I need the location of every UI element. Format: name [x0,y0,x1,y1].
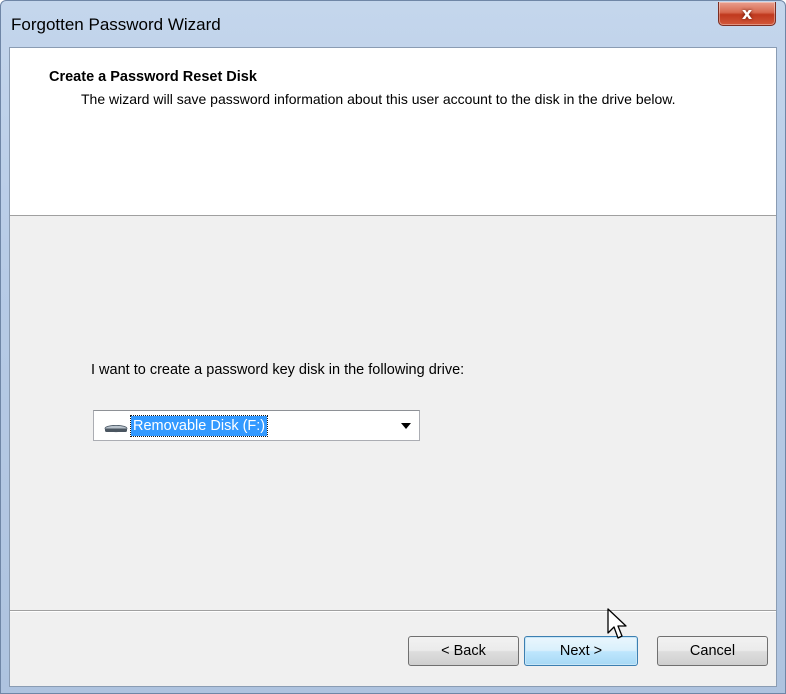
wizard-header: Create a Password Reset Disk The wizard … [10,48,776,216]
drive-dropdown-value: Removable Disk (F:) [129,415,269,437]
drive-dropdown[interactable]: Removable Disk (F:) [93,410,420,441]
page-title: Create a Password Reset Disk [49,69,257,85]
page-description: The wizard will save password informatio… [81,91,676,107]
back-button[interactable]: < Back [408,636,519,666]
close-icon: x [741,4,753,23]
chevron-down-icon[interactable] [401,423,411,429]
title-bar[interactable]: Forgotten Password Wizard x [1,1,785,47]
removable-drive-icon [104,425,128,433]
wizard-window: Forgotten Password Wizard x Create a Pas… [0,0,786,694]
drive-prompt-label: I want to create a password key disk in … [91,362,465,378]
next-button[interactable]: Next > [524,636,638,666]
cancel-button[interactable]: Cancel [657,636,768,666]
window-title: Forgotten Password Wizard [11,15,221,34]
close-button[interactable]: x [718,2,776,26]
footer-divider [10,610,776,612]
wizard-client-area: Create a Password Reset Disk The wizard … [9,47,777,687]
